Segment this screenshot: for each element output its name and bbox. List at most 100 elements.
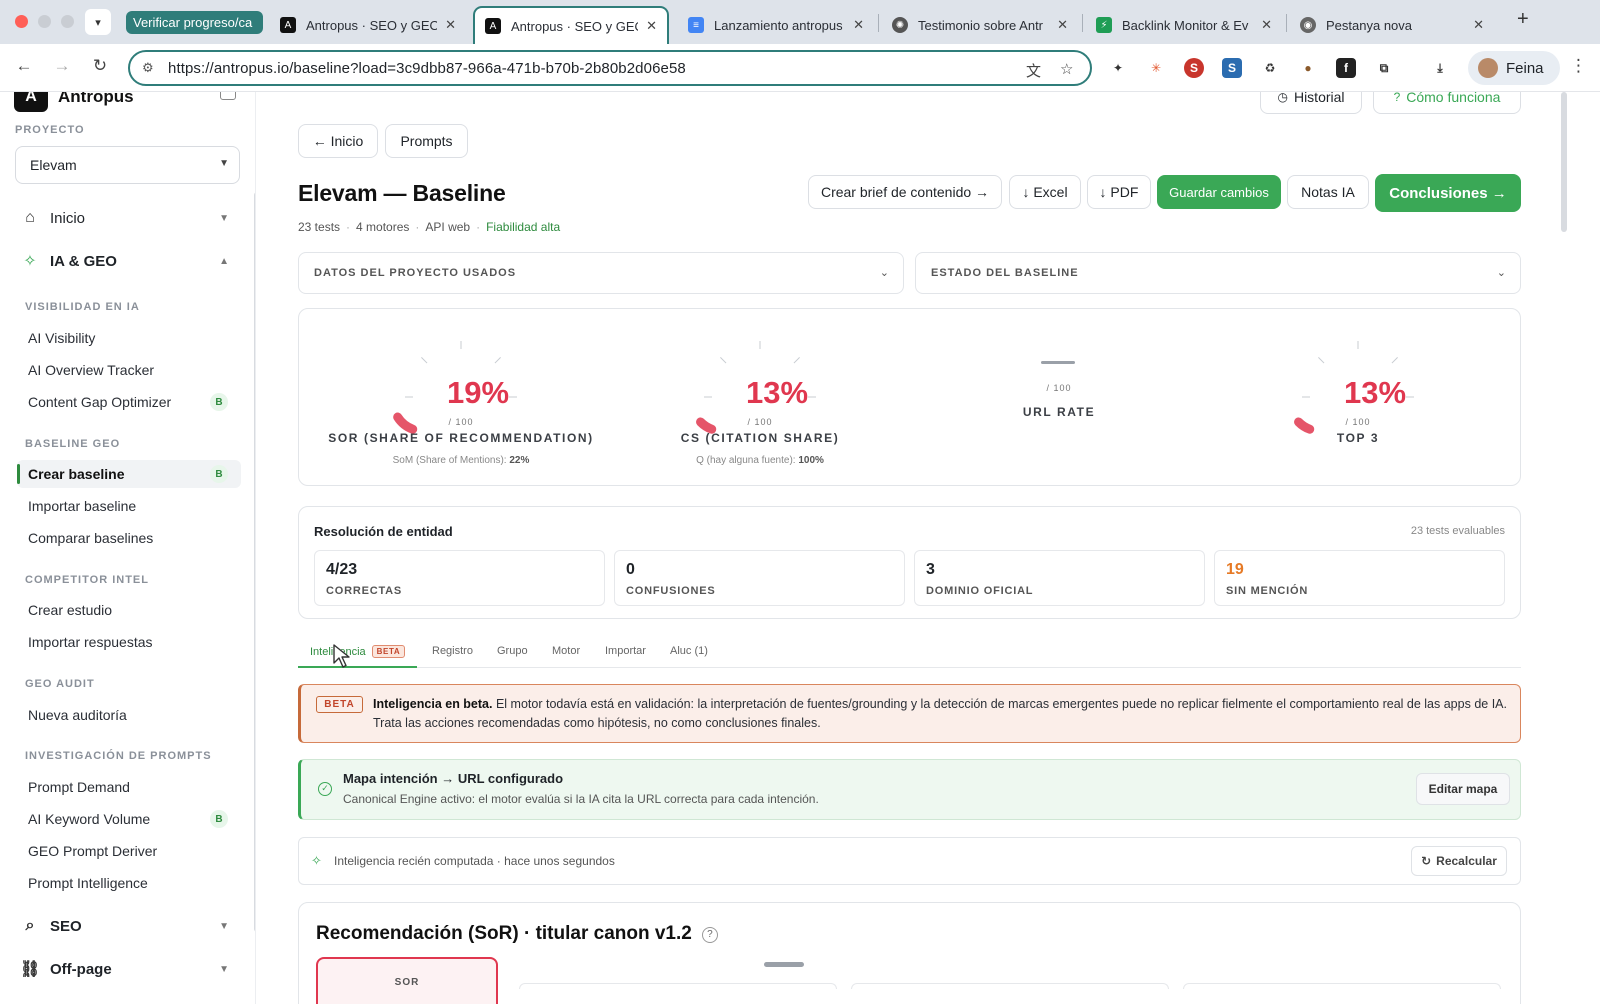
sidebar-item-crear-estudio[interactable]: Crear estudio [17,596,241,624]
minimize-window-button[interactable] [38,15,51,28]
browser-tab-2[interactable]: A Antropus · SEO y GEO ✕ [473,6,669,44]
sidebar-item-inicio[interactable]: ⌂ Inicio ▼ [20,206,235,230]
estado-baseline-accordion[interactable]: ESTADO DEL BASELINE ⌄ [915,252,1521,294]
help-icon[interactable]: ? [701,926,718,943]
antropus-logo-icon: A [14,92,48,112]
close-tab-icon[interactable]: ✕ [853,17,864,33]
brand[interactable]: A Antropus [14,92,134,112]
chevron-down-icon: ⌄ [879,267,889,279]
tab-motor[interactable]: Motor [552,645,580,668]
crear-brief-button[interactable]: Crear brief de contenido → [808,175,1002,209]
prompts-button[interactable]: Prompts [385,124,468,158]
como-funciona-button[interactable]: ? Cómo funciona [1373,92,1521,114]
tests-count: 23 tests evaluables [1410,525,1505,537]
puzzle-extensions-icon[interactable]: ⧉ [1374,58,1394,78]
drag-handle[interactable] [764,962,804,967]
sidebar-toggle-icon[interactable] [220,92,236,100]
antropus-icon: A [280,17,296,33]
sidebar-item-label: Off-page [50,960,112,978]
sidebar-item-importar-baseline[interactable]: Importar baseline [17,492,241,520]
translate-icon[interactable]: 文 [1026,60,1041,81]
font-extension-icon[interactable]: f [1336,58,1356,78]
back-inicio-button[interactable]: ← Inicio [298,124,378,158]
sidebar-item-ai-visibility[interactable]: AI Visibility [17,324,241,352]
profile-button[interactable]: Feina [1468,51,1560,85]
forward-arrow-icon[interactable]: → [50,56,74,76]
project-select[interactable]: Elevam ▼ [15,146,240,184]
tab-aluc[interactable]: Aluc (1) [670,645,708,668]
sidebar-item-ia-geo[interactable]: ✧ IA & GEO ▲ [20,249,235,273]
gauge-cs: 13% / 100 CS (CITATION SHARE) Q (hay alg… [610,309,910,487]
metric-box [1183,983,1501,989]
sidebar-item-content-gap[interactable]: Content Gap Optimizer B [17,388,241,416]
maximize-window-button[interactable] [61,15,74,28]
close-tab-icon[interactable]: ✕ [1057,17,1068,33]
download-icon[interactable]: ⤓ [1430,58,1450,78]
sidebar-item-crear-baseline[interactable]: Crear baseline B [17,460,241,488]
sidebar-item-comparar-baselines[interactable]: Comparar baselines [17,524,241,552]
sor-metric-box[interactable]: SOR [316,957,498,1004]
sidebar-item-importar-respuestas[interactable]: Importar respuestas [17,628,241,656]
meta-api: API web [425,220,471,234]
chatgpt-icon: ✺ [892,17,908,33]
close-window-button[interactable] [15,15,28,28]
excel-export-button[interactable]: ↓ Excel [1009,175,1081,209]
browser-menu-icon[interactable]: ⋮ [1570,56,1587,76]
editar-mapa-button[interactable]: Editar mapa [1416,773,1510,805]
sidebar-item-offpage[interactable]: ⛓ Off-page ▼ [20,957,235,981]
gauge-name: SOR (SHARE OF RECOMMENDATION) [328,431,594,445]
main-scrollbar[interactable] [1561,92,1567,232]
tab-importar[interactable]: Importar [605,645,646,668]
cookie-extension-icon[interactable]: ● [1298,58,1318,78]
sidebar-item-geo-prompt-deriver[interactable]: GEO Prompt Deriver [17,837,241,865]
close-tab-icon[interactable]: ✕ [646,18,657,34]
tab-search-icon[interactable]: ▾ [85,9,111,35]
tab-group-chip[interactable]: Verificar progreso/ca [126,11,263,34]
sidebar-item-ai-overview[interactable]: AI Overview Tracker [17,356,241,384]
sidebar-item-ai-keyword-volume[interactable]: AI Keyword Volume B [17,805,241,833]
notas-ia-button[interactable]: Notas IA [1287,175,1369,209]
sidebar-item-prompt-intelligence[interactable]: Prompt Intelligence [17,869,241,897]
stat-label: CONFUSIONES [626,585,716,597]
tab-separator [1082,14,1083,32]
datos-proyecto-accordion[interactable]: DATOS DEL PROYECTO USADOS ⌄ [298,252,904,294]
browser-tab-4[interactable]: ✺ Testimonio sobre Antr ✕ [882,6,1078,44]
claude-extension-icon[interactable]: ✳ [1146,58,1166,78]
bolt-icon: ⚡ [1096,17,1112,33]
close-tab-icon[interactable]: ✕ [1261,17,1272,33]
pdf-export-button[interactable]: ↓ PDF [1087,175,1151,209]
semrush-extension-icon[interactable]: S [1184,58,1204,78]
tab-label: Lanzamiento antropus [714,17,843,33]
metric-box [519,983,837,989]
tab-grupo[interactable]: Grupo [497,645,528,668]
sidebar-item-prompt-demand[interactable]: Prompt Demand [17,773,241,801]
browser-tab-3[interactable]: ≡ Lanzamiento antropus ✕ [678,6,874,44]
close-tab-icon[interactable]: ✕ [445,17,456,33]
tab-inteligencia[interactable]: InteligenciaBETA [298,645,418,668]
tab-registro[interactable]: Registro [432,645,473,668]
sidebar-item-seo[interactable]: ⌕ SEO ▼ [20,914,235,938]
address-bar[interactable]: ⚙ https://antropus.io/baseline?load=3c9d… [128,50,1092,86]
bookmark-star-icon[interactable]: ☆ [1060,60,1073,78]
guardar-cambios-button[interactable]: Guardar cambios [1157,175,1281,209]
browser-tab-5[interactable]: ⚡ Backlink Monitor & Ev ✕ [1086,6,1282,44]
page-title: Elevam — Baseline [298,180,506,206]
site-settings-icon[interactable]: ⚙ [142,60,154,76]
historial-button[interactable]: ◷ Historial [1260,92,1362,114]
close-tab-icon[interactable]: ✕ [1473,17,1484,33]
reload-icon[interactable]: ↻ [88,56,112,76]
new-tab-icon[interactable]: + [1517,8,1529,31]
conclusiones-button[interactable]: Conclusiones → [1375,174,1521,212]
browser-tab-6[interactable]: ◉ Pestanya nova ✕ [1290,6,1494,44]
empty-value-dash [1041,361,1075,364]
seo-extension-icon[interactable]: S [1222,58,1242,78]
entity-resolution-card: Resolución de entidad 23 tests evaluable… [298,506,1521,619]
recalcular-button[interactable]: ↻ Recalcular [1411,846,1507,876]
extension-icon[interactable]: ✦ [1108,58,1128,78]
back-arrow-icon[interactable]: ← [12,56,36,76]
recycle-extension-icon[interactable]: ♻ [1260,58,1280,78]
sidebar: A Antropus PROYECTO Elevam ▼ ⌂ Inicio ▼ … [0,92,256,1004]
sidebar-item-nueva-auditoria[interactable]: Nueva auditoría [17,701,241,729]
browser-tab-1[interactable]: A Antropus · SEO y GEO ✕ [270,6,466,44]
meta-tests: 23 tests [298,220,341,234]
